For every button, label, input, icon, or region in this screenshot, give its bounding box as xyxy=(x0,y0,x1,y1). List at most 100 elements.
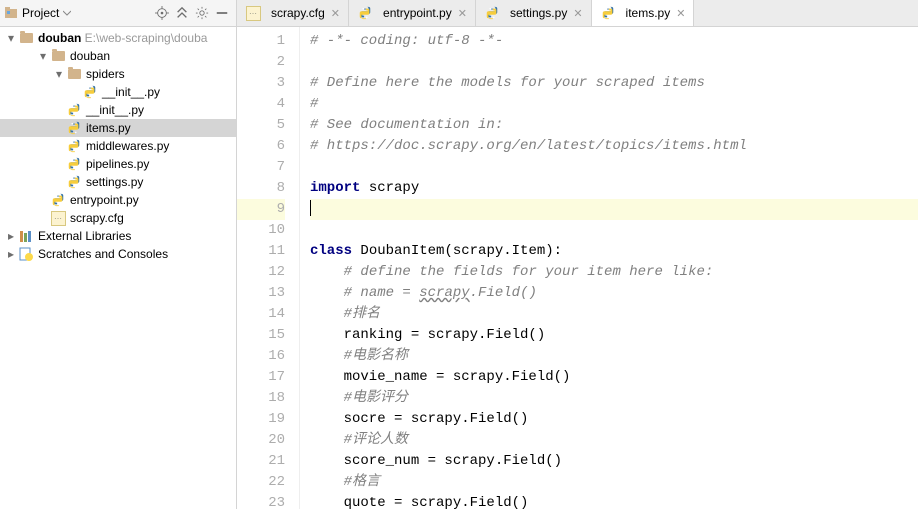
tree-item-label: Scratches and Consoles xyxy=(38,247,168,261)
code-line[interactable]: # name = scrapy.Field() xyxy=(310,283,918,304)
python-file-icon xyxy=(484,5,500,21)
python-file-icon xyxy=(66,174,82,190)
code-line[interactable]: #排名 xyxy=(310,304,918,325)
close-icon[interactable]: ✕ xyxy=(573,7,582,20)
tree-item-label: External Libraries xyxy=(38,229,131,243)
code-line[interactable]: # xyxy=(310,94,918,115)
tree-item-label: douban xyxy=(70,49,110,63)
tree-item[interactable]: ▾ spiders xyxy=(0,65,236,83)
gear-icon[interactable] xyxy=(192,3,212,23)
tree-item-path: E:\web-scraping\douba xyxy=(85,31,208,45)
code-line[interactable] xyxy=(310,157,918,178)
code-line[interactable] xyxy=(310,52,918,73)
project-panel-title[interactable]: Project xyxy=(4,6,71,20)
tree-item-label: middlewares.py xyxy=(86,139,169,153)
close-icon[interactable]: ✕ xyxy=(331,7,340,20)
code-content[interactable]: # -*- coding: utf-8 -*- # Define here th… xyxy=(300,27,918,509)
code-line[interactable]: #电影评分 xyxy=(310,388,918,409)
tree-item[interactable]: ▾ douban xyxy=(0,47,236,65)
editor-tab[interactable]: ⋯ scrapy.cfg ✕ xyxy=(237,0,349,26)
editor-tab[interactable]: items.py ✕ xyxy=(592,0,695,26)
chevron-right-icon: ▸ xyxy=(4,229,18,243)
project-panel-header: Project xyxy=(0,0,236,27)
code-line[interactable]: movie_name = scrapy.Field() xyxy=(310,367,918,388)
tree-item[interactable]: middlewares.py xyxy=(0,137,236,155)
editor-tab[interactable]: settings.py ✕ xyxy=(476,0,592,26)
tree-item-label: douban xyxy=(38,31,81,45)
code-line[interactable]: quote = scrapy.Field() xyxy=(310,493,918,509)
code-line[interactable]: ranking = scrapy.Field() xyxy=(310,325,918,346)
chevron-down-icon: ▾ xyxy=(4,31,18,45)
code-editor[interactable]: 1234567891011121314151617181920212223 # … xyxy=(237,27,918,509)
python-file-icon xyxy=(66,120,82,136)
code-line[interactable]: #评论人数 xyxy=(310,430,918,451)
scratches-icon xyxy=(18,246,34,262)
code-line[interactable]: # define the fields for your item here l… xyxy=(310,262,918,283)
tree-item-label: __init__.py xyxy=(86,103,144,117)
python-file-icon xyxy=(66,156,82,172)
tree-item[interactable]: __init__.py xyxy=(0,101,236,119)
project-panel: Project ▾ douban E:\web-scraping\douba ▾… xyxy=(0,0,237,509)
code-line[interactable]: #电影名称 xyxy=(310,346,918,367)
tree-external-libs[interactable]: ▸ External Libraries xyxy=(0,227,236,245)
code-line[interactable] xyxy=(310,220,918,241)
folder-icon xyxy=(18,30,34,46)
chevron-down-icon xyxy=(63,9,71,17)
chevron-right-icon: ▸ xyxy=(4,247,18,261)
editor-area: ⋯scrapy.cfg✕entrypoint.py✕settings.py✕it… xyxy=(237,0,918,509)
project-panel-label: Project xyxy=(22,6,59,20)
tab-label: scrapy.cfg xyxy=(271,6,325,20)
project-icon xyxy=(4,6,18,20)
tree-item[interactable]: pipelines.py xyxy=(0,155,236,173)
python-file-icon xyxy=(82,84,98,100)
tab-label: items.py xyxy=(626,6,671,20)
chevron-down-icon: ▾ xyxy=(52,67,66,81)
code-line[interactable]: class DoubanItem(scrapy.Item): xyxy=(310,241,918,262)
tree-item-label: scrapy.cfg xyxy=(70,211,124,225)
tree-scratches[interactable]: ▸ Scratches and Consoles xyxy=(0,245,236,263)
python-file-icon xyxy=(66,102,82,118)
tree-item-label: spiders xyxy=(86,67,125,81)
config-file-icon: ⋯ xyxy=(245,5,261,21)
editor-tabs: ⋯scrapy.cfg✕entrypoint.py✕settings.py✕it… xyxy=(237,0,918,27)
code-line[interactable]: #格言 xyxy=(310,472,918,493)
hide-icon[interactable] xyxy=(212,3,232,23)
code-line[interactable]: import scrapy xyxy=(310,178,918,199)
close-icon[interactable]: ✕ xyxy=(676,7,685,20)
code-line[interactable]: # Define here the models for your scrape… xyxy=(310,73,918,94)
tree-item-label: entrypoint.py xyxy=(70,193,139,207)
code-line[interactable]: # -*- coding: utf-8 -*- xyxy=(310,31,918,52)
tree-item[interactable]: entrypoint.py xyxy=(0,191,236,209)
code-line[interactable]: socre = scrapy.Field() xyxy=(310,409,918,430)
tree-item[interactable]: ⋯ scrapy.cfg xyxy=(0,209,236,227)
tree-item-label: __init__.py xyxy=(102,85,160,99)
collapse-icon[interactable] xyxy=(172,3,192,23)
editor-tab[interactable]: entrypoint.py ✕ xyxy=(349,0,476,26)
python-file-icon xyxy=(50,192,66,208)
tab-label: settings.py xyxy=(510,6,567,20)
locate-icon[interactable] xyxy=(152,3,172,23)
library-icon xyxy=(18,228,34,244)
tree-item-label: settings.py xyxy=(86,175,143,189)
tree-item-label: pipelines.py xyxy=(86,157,149,171)
gutter: 1234567891011121314151617181920212223 xyxy=(237,27,300,509)
folder-icon xyxy=(66,66,82,82)
python-file-icon xyxy=(66,138,82,154)
code-line[interactable]: # See documentation in: xyxy=(310,115,918,136)
python-file-icon xyxy=(600,5,616,21)
python-file-icon xyxy=(357,5,373,21)
tree-item[interactable]: items.py xyxy=(0,119,236,137)
config-file-icon: ⋯ xyxy=(50,210,66,226)
chevron-down-icon: ▾ xyxy=(36,49,50,63)
code-line[interactable]: score_num = scrapy.Field() xyxy=(310,451,918,472)
tree-item[interactable]: settings.py xyxy=(0,173,236,191)
folder-icon xyxy=(50,48,66,64)
code-line[interactable]: # https://doc.scrapy.org/en/latest/topic… xyxy=(310,136,918,157)
tree-item[interactable]: __init__.py xyxy=(0,83,236,101)
close-icon[interactable]: ✕ xyxy=(458,7,467,20)
tab-label: entrypoint.py xyxy=(383,6,452,20)
tree-item-label: items.py xyxy=(86,121,131,135)
project-tree[interactable]: ▾ douban E:\web-scraping\douba ▾ douban ▾ s… xyxy=(0,27,236,509)
code-line[interactable] xyxy=(310,199,918,220)
tree-root[interactable]: ▾ douban E:\web-scraping\douba xyxy=(0,29,236,47)
